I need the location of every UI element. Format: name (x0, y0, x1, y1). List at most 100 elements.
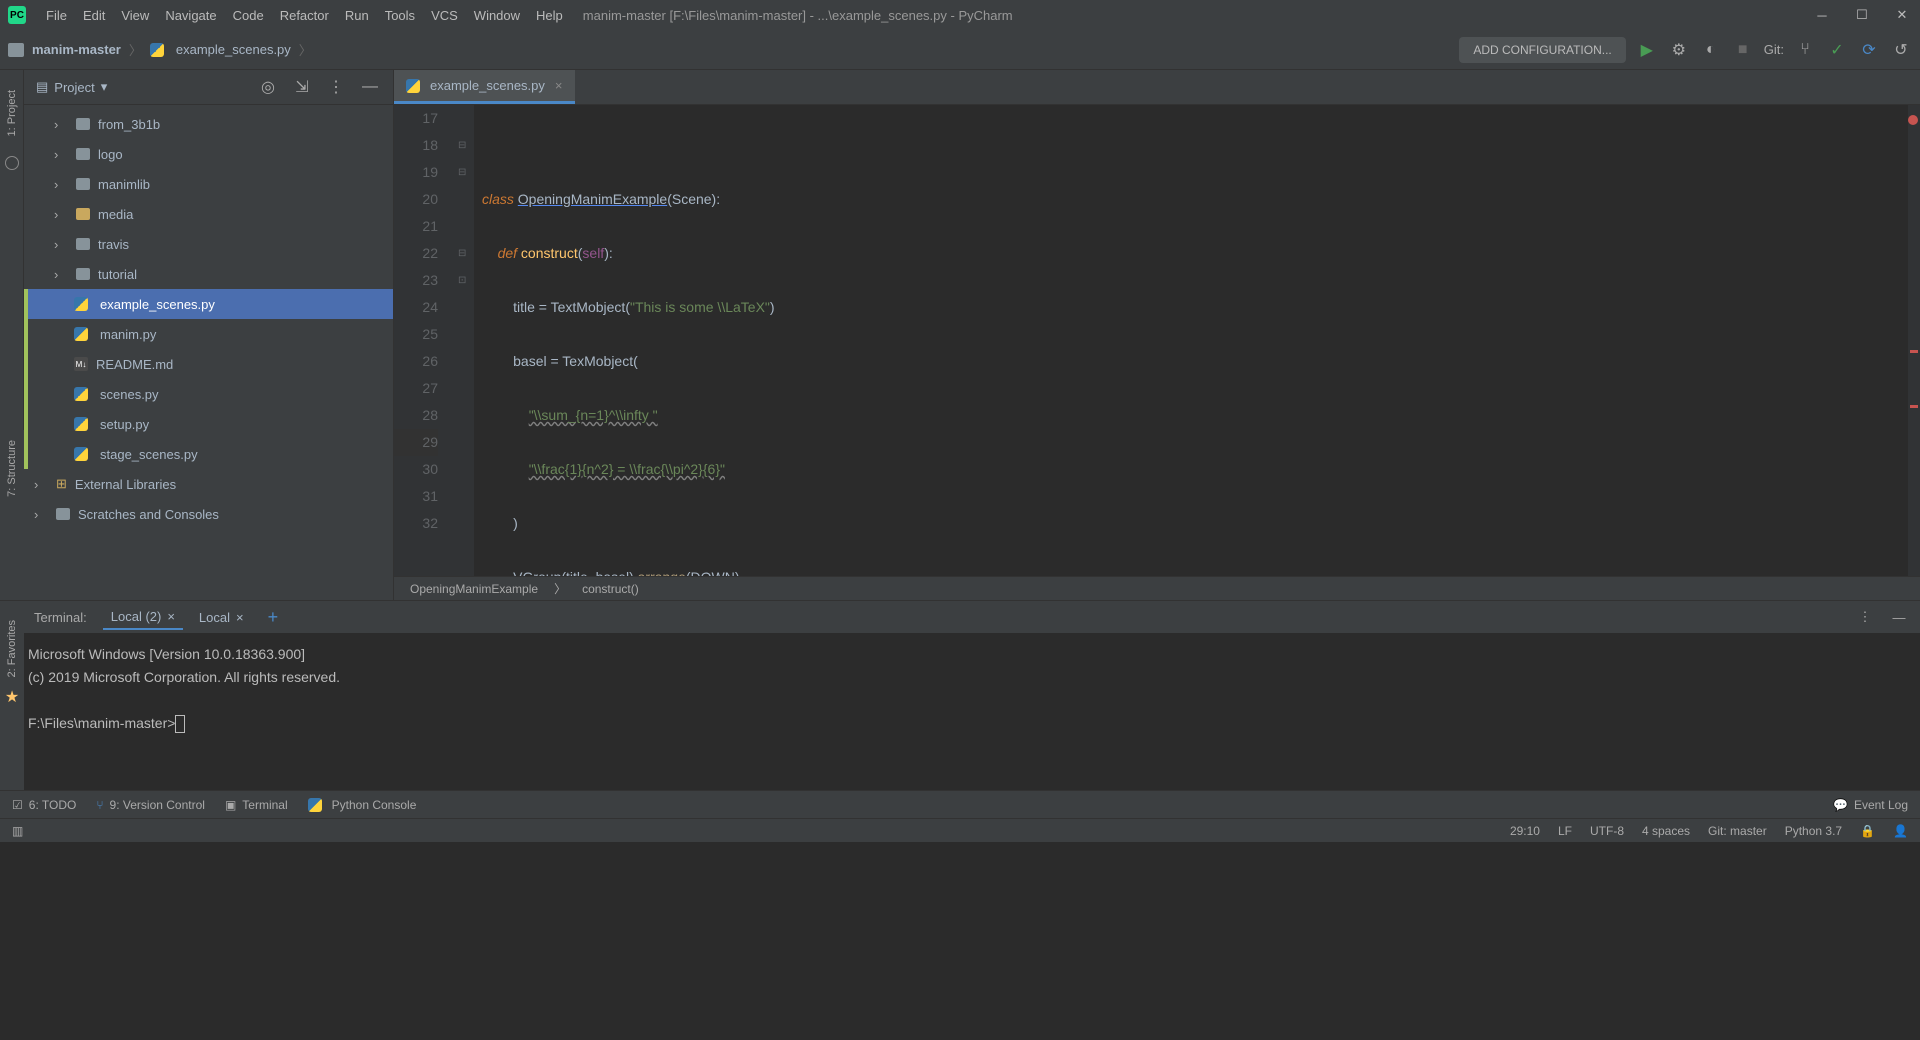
structure-tool-button[interactable]: 7: Structure (6, 440, 18, 497)
tree-file-scenes[interactable]: scenes.py (24, 379, 393, 409)
collapse-icon[interactable]: ⇲ (291, 76, 313, 98)
menu-edit[interactable]: Edit (75, 4, 113, 27)
line-separator[interactable]: LF (1558, 824, 1572, 838)
quick-access-icon[interactable]: ▥ (12, 824, 23, 838)
error-mark[interactable] (1910, 350, 1918, 353)
navbar: manim-master 〉 example_scenes.py 〉 ADD C… (0, 30, 1920, 70)
event-log-button[interactable]: 💬Event Log (1833, 798, 1908, 812)
terminal-tab-local[interactable]: Local× (191, 606, 252, 629)
fold-gutter[interactable]: ⊟ ⊟ ⊟ ⊡ (454, 105, 474, 576)
menu-run[interactable]: Run (337, 4, 377, 27)
project-title[interactable]: ▤ Project ▾ (36, 79, 107, 95)
close-tab-icon[interactable]: × (167, 609, 175, 624)
commit-icon[interactable]: ✓ (1826, 39, 1848, 61)
menu-code[interactable]: Code (225, 4, 272, 27)
menu-window[interactable]: Window (466, 4, 528, 27)
project-tool-button[interactable]: 1: Project (6, 90, 18, 136)
vcs-tool-button[interactable]: ⑂9: Version Control (96, 798, 205, 812)
menu-view[interactable]: View (113, 4, 157, 27)
close-tab-icon[interactable]: × (236, 610, 244, 625)
close-tab-icon[interactable]: × (555, 78, 563, 93)
hide-icon[interactable]: — (1888, 606, 1910, 628)
encoding[interactable]: UTF-8 (1590, 824, 1624, 838)
tree-scratches[interactable]: ›Scratches and Consoles (24, 499, 393, 529)
favorites-tool-button[interactable]: 2: Favorites (6, 620, 18, 677)
run-icon[interactable]: ▶ (1636, 39, 1658, 61)
tree-external-libraries[interactable]: ›⊞External Libraries (24, 469, 393, 499)
add-configuration-button[interactable]: ADD CONFIGURATION... (1459, 37, 1625, 63)
tree-file-setup[interactable]: setup.py (24, 409, 393, 439)
menu-refactor[interactable]: Refactor (272, 4, 337, 27)
revert-icon[interactable]: ↺ (1890, 39, 1912, 61)
star-icon[interactable]: ★ (5, 687, 19, 707)
tree-file-example-scenes[interactable]: example_scenes.py (24, 289, 393, 319)
minimize-icon[interactable]: ─ (1812, 5, 1832, 25)
tree-dir-from3b1b[interactable]: ›from_3b1b (24, 109, 393, 139)
code-area[interactable]: 17181920 21222324 25262728 29303132 ⊟ ⊟ … (394, 105, 1920, 576)
stop-icon[interactable]: ■ (1732, 39, 1754, 61)
fold-open-icon[interactable]: ⊟ (458, 132, 466, 159)
breadcrumb-class[interactable]: OpeningManimExample (410, 582, 538, 596)
terminal-tool-button[interactable]: ▣Terminal (225, 798, 288, 812)
tree-dir-media[interactable]: ›media (24, 199, 393, 229)
tree-file-manim[interactable]: manim.py (24, 319, 393, 349)
project-tree[interactable]: ›from_3b1b ›logo ›manimlib ›media ›travi… (24, 105, 393, 600)
branch-icon[interactable]: ⑂ (1794, 39, 1816, 61)
editor-breadcrumb[interactable]: OpeningManimExample 〉 construct() (394, 576, 1920, 600)
menu-vcs[interactable]: VCS (423, 4, 466, 27)
tree-dir-travis[interactable]: ›travis (24, 229, 393, 259)
editor[interactable]: example_scenes.py × 17181920 21222324 25… (394, 70, 1920, 600)
inspector-icon[interactable]: 👤 (1893, 824, 1908, 838)
python-file-icon (150, 43, 164, 57)
hide-icon[interactable]: — (359, 76, 381, 98)
menu-navigate[interactable]: Navigate (157, 4, 224, 27)
folder-icon (56, 508, 70, 520)
app-icon: PC (8, 6, 26, 24)
menu-help[interactable]: Help (528, 4, 571, 27)
fold-open-icon[interactable]: ⊟ (458, 159, 466, 186)
menu-file[interactable]: File (38, 4, 75, 27)
add-terminal-button[interactable]: + (260, 607, 287, 628)
tree-file-stage-scenes[interactable]: stage_scenes.py (24, 439, 393, 469)
target-icon[interactable]: ◎ (257, 76, 279, 98)
python-console-tool-button[interactable]: Python Console (308, 798, 417, 812)
resource-folder-icon (76, 208, 90, 220)
bottom-toolbar: ☑6: TODO ⑂9: Version Control ▣Terminal P… (0, 790, 1920, 818)
terminal-output[interactable]: Microsoft Windows [Version 10.0.18363.90… (24, 633, 1920, 790)
tree-dir-logo[interactable]: ›logo (24, 139, 393, 169)
breadcrumb-method[interactable]: construct() (582, 582, 639, 596)
more-icon[interactable]: ⋮ (1854, 606, 1876, 628)
more-icon[interactable]: ⋮ (325, 76, 347, 98)
error-stripe[interactable] (1908, 105, 1920, 576)
tree-dir-manimlib[interactable]: ›manimlib (24, 169, 393, 199)
folder-icon (76, 148, 90, 160)
lock-icon[interactable]: 🔒 (1860, 824, 1875, 838)
code-content[interactable]: class OpeningManimExample(Scene): def co… (474, 105, 1920, 576)
git-branch[interactable]: Git: master (1708, 824, 1767, 838)
todo-tool-button[interactable]: ☑6: TODO (12, 798, 76, 812)
chevron-down-icon[interactable]: ▾ (101, 79, 108, 95)
breadcrumb[interactable]: manim-master 〉 example_scenes.py 〉 (32, 40, 312, 59)
terminal-tab-local2[interactable]: Local (2)× (103, 605, 183, 630)
breadcrumb-root[interactable]: manim-master (32, 42, 121, 57)
close-icon[interactable]: ✕ (1892, 5, 1912, 25)
caret-position[interactable]: 29:10 (1510, 824, 1540, 838)
fold-close-icon[interactable]: ⊡ (458, 267, 466, 294)
breadcrumb-file[interactable]: example_scenes.py (176, 42, 291, 57)
line-gutter[interactable]: 17181920 21222324 25262728 29303132 (394, 105, 454, 576)
error-mark[interactable] (1910, 405, 1918, 408)
fold-open-icon[interactable]: ⊟ (458, 240, 466, 267)
indent-setting[interactable]: 4 spaces (1642, 824, 1690, 838)
python-interpreter[interactable]: Python 3.7 (1785, 824, 1842, 838)
maximize-icon[interactable]: ☐ (1852, 5, 1872, 25)
error-indicator-icon[interactable] (1908, 115, 1918, 125)
debug-icon[interactable]: ⚙ (1668, 39, 1690, 61)
tab-example-scenes[interactable]: example_scenes.py × (394, 70, 575, 104)
tree-dir-tutorial[interactable]: ›tutorial (24, 259, 393, 289)
rail-icon[interactable] (5, 156, 19, 170)
coverage-icon[interactable]: ◐ (1700, 39, 1722, 61)
tree-file-readme[interactable]: M↓README.md (24, 349, 393, 379)
menu-tools[interactable]: Tools (377, 4, 423, 27)
update-icon[interactable]: ⟳ (1858, 39, 1880, 61)
check-icon: ☑ (12, 798, 23, 812)
